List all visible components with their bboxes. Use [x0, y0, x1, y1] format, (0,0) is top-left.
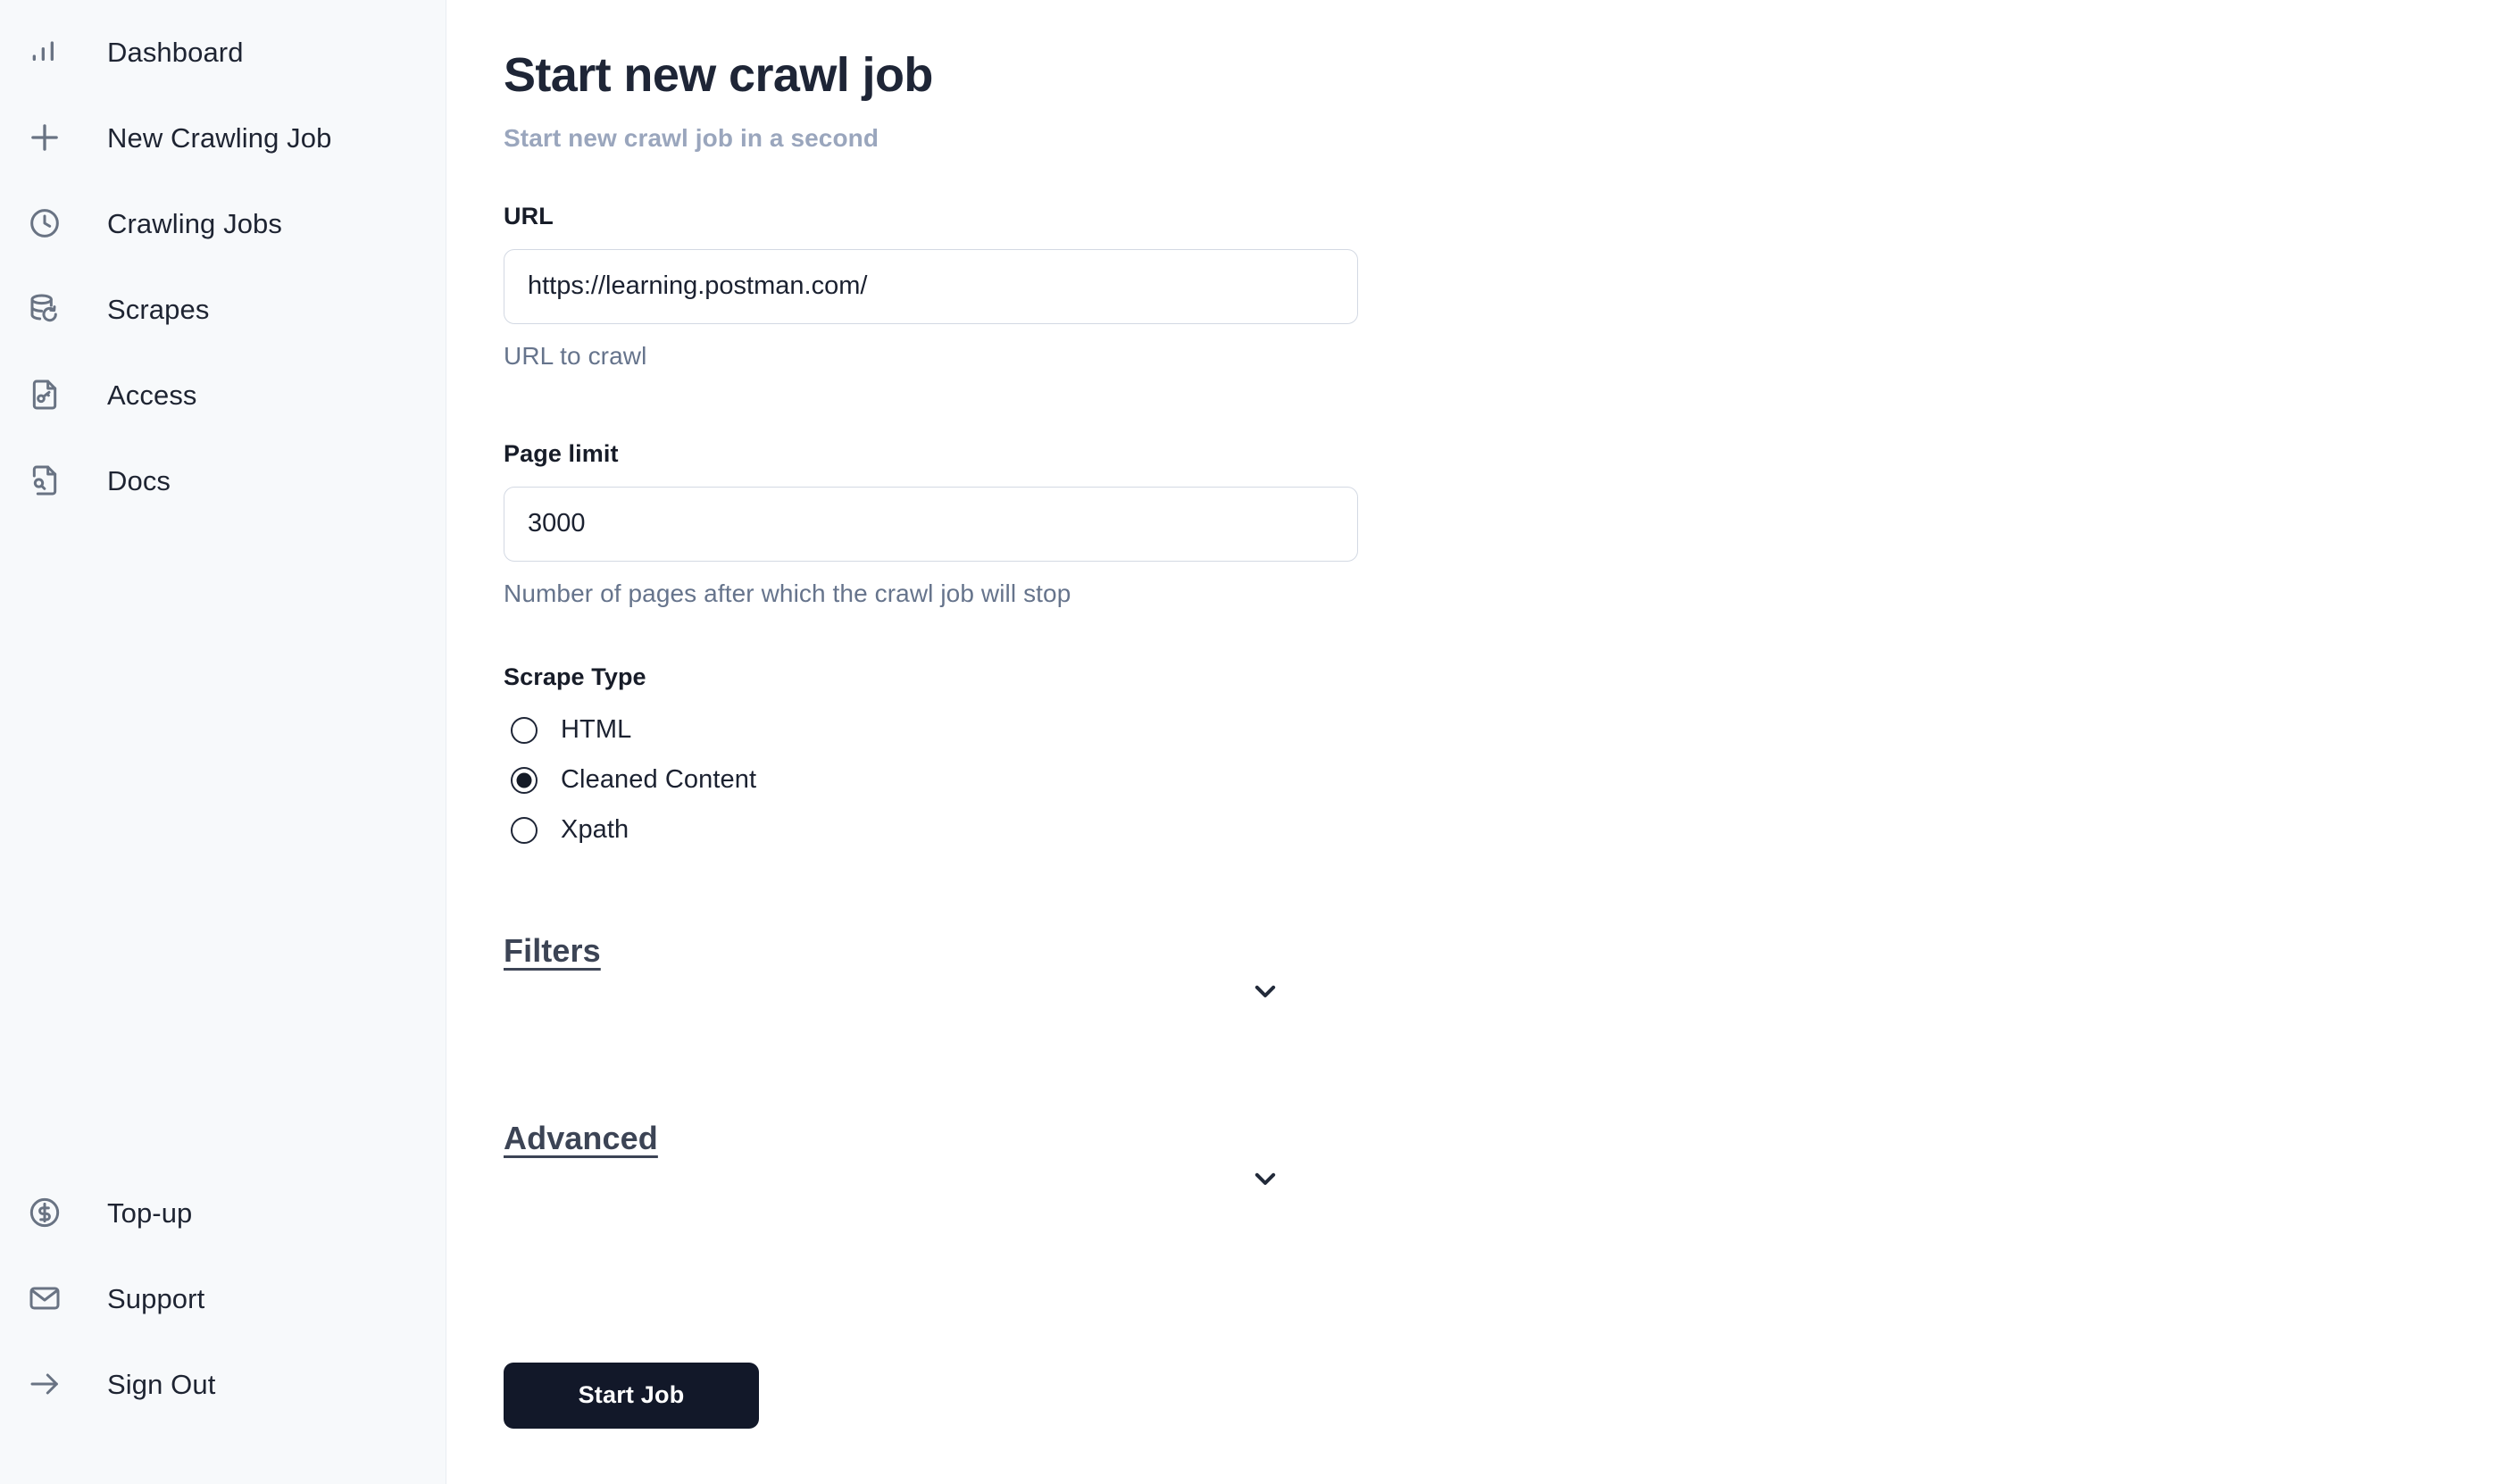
page-limit-input[interactable]	[504, 486, 1358, 562]
sidebar-primary-nav: Dashboard New Crawling Job Crawling Jobs…	[0, 9, 446, 523]
start-job-button[interactable]: Start Job	[504, 1362, 759, 1429]
arrow-right-icon	[21, 1361, 68, 1407]
page-limit-field-block: Page limit Number of pages after which t…	[504, 440, 2509, 608]
sidebar-item-new-crawling-job[interactable]: New Crawling Job	[0, 95, 446, 180]
accordion-filters-title[interactable]: Filters	[504, 932, 601, 970]
sidebar-item-docs[interactable]: Docs	[0, 438, 446, 523]
sidebar: Dashboard New Crawling Job Crawling Jobs…	[0, 0, 446, 1484]
scrape-type-option-xpath[interactable]: Xpath	[504, 805, 2509, 855]
sidebar-item-support[interactable]: Support	[0, 1255, 446, 1341]
radio-icon-selected[interactable]	[511, 766, 538, 794]
plus-icon	[21, 114, 68, 161]
sidebar-item-dashboard[interactable]: Dashboard	[0, 9, 446, 95]
sidebar-item-sign-out[interactable]: Sign Out	[0, 1341, 446, 1427]
clock-icon	[21, 200, 68, 246]
accordion-filters[interactable]: Filters	[504, 932, 1358, 1120]
accordion-advanced-title[interactable]: Advanced	[504, 1120, 658, 1157]
file-key-icon	[21, 371, 68, 418]
radio-icon[interactable]	[511, 716, 538, 744]
sidebar-item-label: Support	[107, 1282, 205, 1314]
url-field-help: URL to crawl	[504, 341, 647, 370]
sidebar-item-label: Access	[107, 379, 197, 411]
scrape-type-option-cleaned-content[interactable]: Cleaned Content	[504, 755, 2509, 805]
radio-label: Cleaned Content	[561, 765, 757, 795]
sidebar-item-label: New Crawling Job	[107, 121, 332, 154]
sidebar-item-label: Dashboard	[107, 36, 244, 68]
url-input[interactable]	[504, 248, 1358, 324]
sidebar-item-top-up[interactable]: Top-up	[0, 1170, 446, 1255]
dollar-circle-icon	[21, 1189, 68, 1236]
scrape-type-block: Scrape Type HTML Cleaned Content Xpath	[504, 663, 2509, 855]
scrape-type-option-html[interactable]: HTML	[504, 705, 2509, 755]
page-title: Start new crawl job	[504, 48, 933, 102]
app-root: Dashboard New Crawling Job Crawling Jobs…	[0, 0, 2509, 1484]
sidebar-item-label: Docs	[107, 464, 171, 496]
radio-icon[interactable]	[511, 816, 538, 844]
page-limit-field-help: Number of pages after which the crawl jo…	[504, 579, 1071, 607]
url-field-block: URL URL to crawl	[504, 203, 2509, 371]
page-subtitle: Start new crawl job in a second	[504, 123, 879, 152]
chevron-down-icon[interactable]	[1247, 973, 1283, 1009]
radio-label: HTML	[561, 715, 632, 745]
radio-label: Xpath	[561, 815, 629, 845]
sidebar-item-label: Crawling Jobs	[107, 207, 282, 239]
chevron-down-icon[interactable]	[1247, 1161, 1283, 1196]
sidebar-secondary-nav: Top-up Support Sign Out	[0, 1170, 446, 1427]
url-field-label: URL	[504, 202, 554, 229]
sidebar-item-label: Scrapes	[107, 293, 210, 325]
sidebar-item-label: Sign Out	[107, 1368, 216, 1400]
sidebar-item-scrapes[interactable]: Scrapes	[0, 266, 446, 352]
sidebar-item-crawling-jobs[interactable]: Crawling Jobs	[0, 180, 446, 266]
bar-chart-icon	[21, 29, 68, 75]
mail-icon	[21, 1275, 68, 1321]
page-limit-field-label: Page limit	[504, 439, 619, 467]
main-content: Start new crawl job Start new crawl job …	[446, 0, 2509, 1484]
database-refresh-icon	[21, 286, 68, 332]
scrape-type-label: Scrape Type	[504, 663, 646, 690]
file-search-icon	[21, 457, 68, 504]
sidebar-item-access[interactable]: Access	[0, 352, 446, 438]
accordion-advanced[interactable]: Advanced	[504, 1120, 1358, 1307]
sidebar-item-label: Top-up	[107, 1196, 193, 1229]
